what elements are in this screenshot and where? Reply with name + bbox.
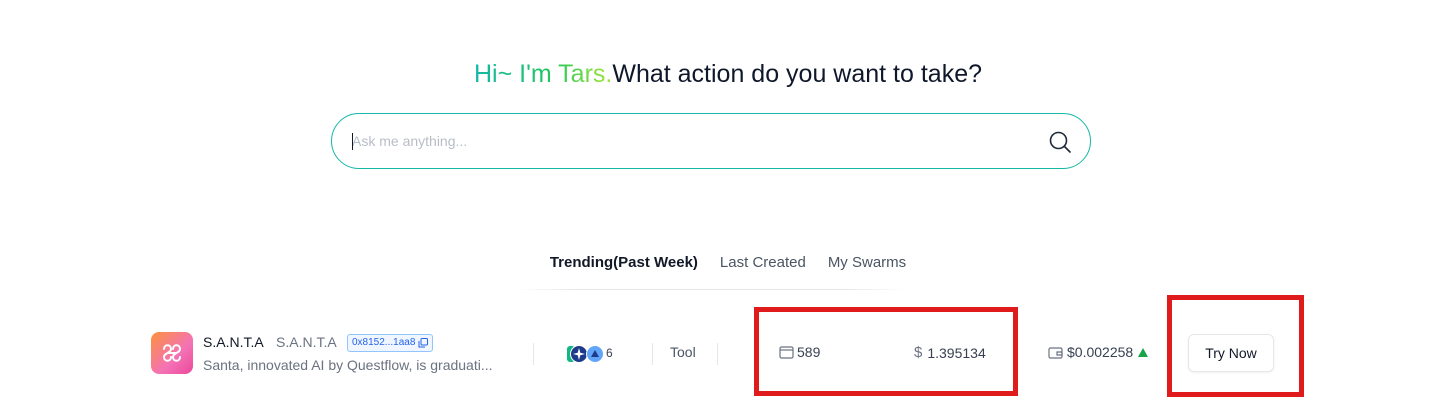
chain-count: 6: [606, 346, 613, 360]
tab-my-swarms[interactable]: My Swarms: [828, 252, 906, 274]
highlight-box-stats: [754, 307, 1018, 396]
search-box[interactable]: [331, 113, 1091, 169]
search-input[interactable]: [352, 114, 1032, 168]
token-name[interactable]: S.A.N.T.A: [203, 334, 264, 350]
search-icon[interactable]: [1048, 130, 1072, 154]
address-text: 0x8152...1aa8: [352, 337, 416, 348]
token-avatar: [151, 332, 193, 374]
greeting-text: Hi~ I'm Tars.: [473, 60, 613, 88]
tab-last-created[interactable]: Last Created: [720, 252, 806, 274]
market-value: $0.002258: [1048, 344, 1149, 360]
column-divider: [533, 343, 534, 365]
page: Hi~ I'm Tars.What action do you want to …: [0, 0, 1456, 400]
tabs-divider: [517, 289, 905, 290]
tab-trending[interactable]: Trending(Past Week): [550, 252, 698, 274]
column-divider: [652, 343, 653, 365]
token-description: Santa, innovated AI by Questflow, is gra…: [203, 357, 493, 373]
wallet-icon: [1048, 346, 1063, 359]
type-label: Tool: [670, 344, 696, 360]
page-title: Hi~ I'm Tars.What action do you want to …: [0, 58, 1456, 90]
trend-up-icon: [1138, 347, 1149, 357]
text-caret: [352, 133, 353, 150]
highlight-box-action: [1167, 295, 1304, 397]
copy-icon[interactable]: [418, 338, 429, 348]
address-chip[interactable]: 0x8152...1aa8: [347, 334, 434, 352]
token-symbol: S.A.N.T.A: [276, 334, 337, 350]
question-text: What action do you want to take?: [612, 60, 983, 88]
tab-bar: Trending(Past Week) Last Created My Swar…: [0, 252, 1456, 274]
boat-chain-icon: [586, 345, 604, 363]
column-divider: [717, 343, 718, 365]
market-value-text: $0.002258: [1067, 344, 1134, 360]
